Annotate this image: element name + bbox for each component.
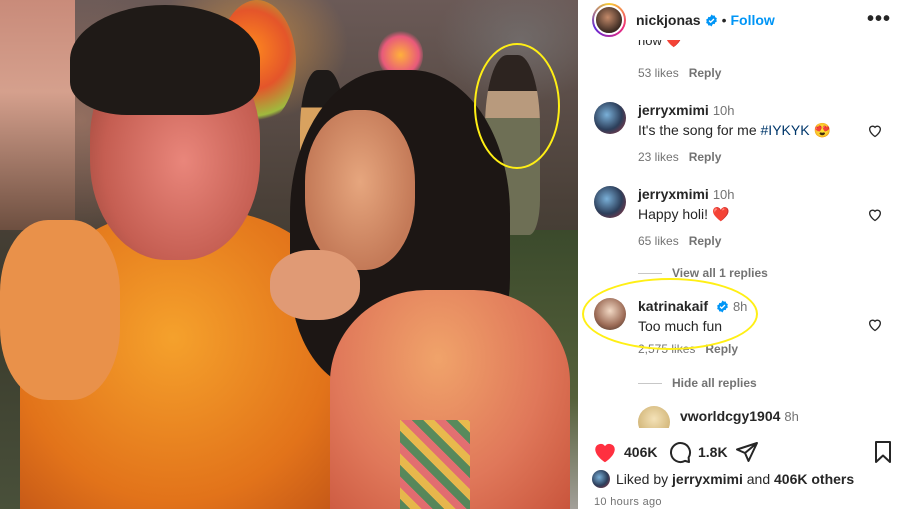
comment-time: 10h <box>712 187 735 202</box>
reply-button[interactable]: Reply <box>689 66 722 80</box>
comment-username[interactable]: vworldcgy1904 8h <box>680 408 799 424</box>
avatar[interactable] <box>594 186 626 218</box>
verified-badge-icon <box>705 14 717 26</box>
reply-button[interactable]: Reply <box>689 234 722 248</box>
comment-username[interactable]: jerryxmimi 10h <box>638 102 735 118</box>
heart-icon[interactable] <box>867 207 883 222</box>
heart-icon[interactable] <box>592 440 618 464</box>
liked-by-others[interactable]: 406K others <box>774 471 854 487</box>
photo-arm <box>0 220 120 400</box>
comment-likes[interactable]: 65 likes <box>638 234 679 248</box>
hide-replies-button[interactable]: Hide all replies <box>638 376 757 390</box>
comments-list[interactable]: now ❤️ 53 likes Reply jerryxmimi 10h It's … <box>578 40 905 428</box>
photo-woman-face <box>305 110 415 270</box>
post-sidebar: nickjonas • Follow ••• now ❤️ 53 likes Re… <box>578 0 905 509</box>
photo-background-wall <box>0 0 75 230</box>
post-username[interactable]: nickjonas <box>636 12 701 28</box>
avatar[interactable] <box>594 102 626 134</box>
post-timestamp: 10 hours ago <box>594 496 662 508</box>
comment-meta: 53 likes Reply <box>638 66 721 80</box>
heart-icon[interactable] <box>867 317 883 332</box>
comments-count: 1.8K <box>698 444 728 460</box>
bookmark-icon[interactable] <box>872 440 894 464</box>
action-bar: 406K 1.8K <box>578 436 905 470</box>
truncated-comment-text: now ❤️ <box>638 40 682 48</box>
comment-time: 8h <box>784 409 799 424</box>
hashtag-link[interactable]: #IYKYK <box>761 122 810 138</box>
photo-woman-hand <box>270 250 360 320</box>
liked-by-user[interactable]: jerryxmimi <box>672 471 743 487</box>
like-button[interactable]: 406K <box>592 440 657 464</box>
avatar[interactable] <box>592 470 610 488</box>
comment-username[interactable]: jerryxmimi 10h <box>638 186 735 202</box>
liked-by-line: Liked by jerryxmimi and 406K others <box>592 470 854 488</box>
more-options-icon[interactable]: ••• <box>867 8 891 31</box>
save-button[interactable] <box>872 440 894 464</box>
follow-button[interactable]: Follow <box>731 12 775 28</box>
likes-count: 406K <box>624 444 658 460</box>
comment-text: Happy holi! ❤️ <box>638 206 730 222</box>
comment-text: It's the song for me #IYKYK 😍 <box>638 122 831 138</box>
comment-annotation-circle <box>582 278 758 350</box>
comment-time: 10h <box>712 103 735 118</box>
comment-meta: 23 likes Reply <box>638 150 721 164</box>
photo-patterned-fabric <box>400 420 470 509</box>
separator-dot: • <box>721 12 727 28</box>
emoji: 😍 <box>813 122 831 138</box>
comment-likes[interactable]: 53 likes <box>638 66 679 80</box>
post-header: nickjonas • Follow ••• <box>578 0 905 40</box>
comment-likes[interactable]: 23 likes <box>638 150 679 164</box>
reply-button[interactable]: Reply <box>689 150 722 164</box>
avatar[interactable] <box>592 3 626 37</box>
share-icon[interactable] <box>735 440 759 464</box>
photo-man-hair <box>70 5 260 115</box>
emoji: ❤️ <box>711 206 730 222</box>
comment-button[interactable]: 1.8K <box>668 440 728 464</box>
avatar[interactable] <box>638 406 670 428</box>
photo-annotation-circle <box>474 43 560 169</box>
comment-meta: 65 likes Reply <box>638 234 721 248</box>
share-button[interactable] <box>735 440 759 464</box>
heart-icon[interactable] <box>867 123 883 138</box>
post-photo[interactable] <box>0 0 578 509</box>
comment-icon[interactable] <box>668 440 692 464</box>
